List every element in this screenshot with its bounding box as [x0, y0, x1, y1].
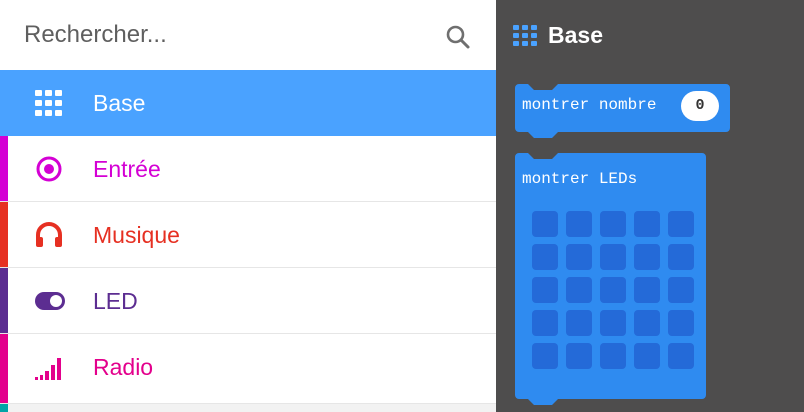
led-cell[interactable]	[600, 211, 626, 237]
led-cell[interactable]	[668, 211, 694, 237]
led-cell[interactable]	[566, 343, 592, 369]
show-leds-label: montrer LEDs	[522, 170, 638, 188]
led-cell[interactable]	[600, 310, 626, 336]
led-cell[interactable]	[566, 310, 592, 336]
led-cell[interactable]	[532, 244, 558, 270]
led-cell[interactable]	[668, 343, 694, 369]
led-cell[interactable]	[532, 277, 558, 303]
led-cell[interactable]	[532, 310, 558, 336]
show-number-label: montrer nombre	[522, 96, 657, 114]
led-cell[interactable]	[634, 211, 660, 237]
led-cell[interactable]	[634, 310, 660, 336]
led-cell[interactable]	[668, 310, 694, 336]
led-cell[interactable]	[634, 343, 660, 369]
number-value-field[interactable]: 0	[681, 91, 719, 121]
led-cell[interactable]	[634, 244, 660, 270]
led-cell[interactable]	[600, 244, 626, 270]
led-cell[interactable]	[634, 277, 660, 303]
led-cell[interactable]	[566, 244, 592, 270]
led-cell[interactable]	[668, 244, 694, 270]
led-cell[interactable]	[566, 277, 592, 303]
led-cell[interactable]	[566, 211, 592, 237]
led-cell[interactable]	[600, 343, 626, 369]
led-cell[interactable]	[600, 277, 626, 303]
led-cell[interactable]	[532, 211, 558, 237]
led-cell[interactable]	[532, 343, 558, 369]
led-cell[interactable]	[668, 277, 694, 303]
